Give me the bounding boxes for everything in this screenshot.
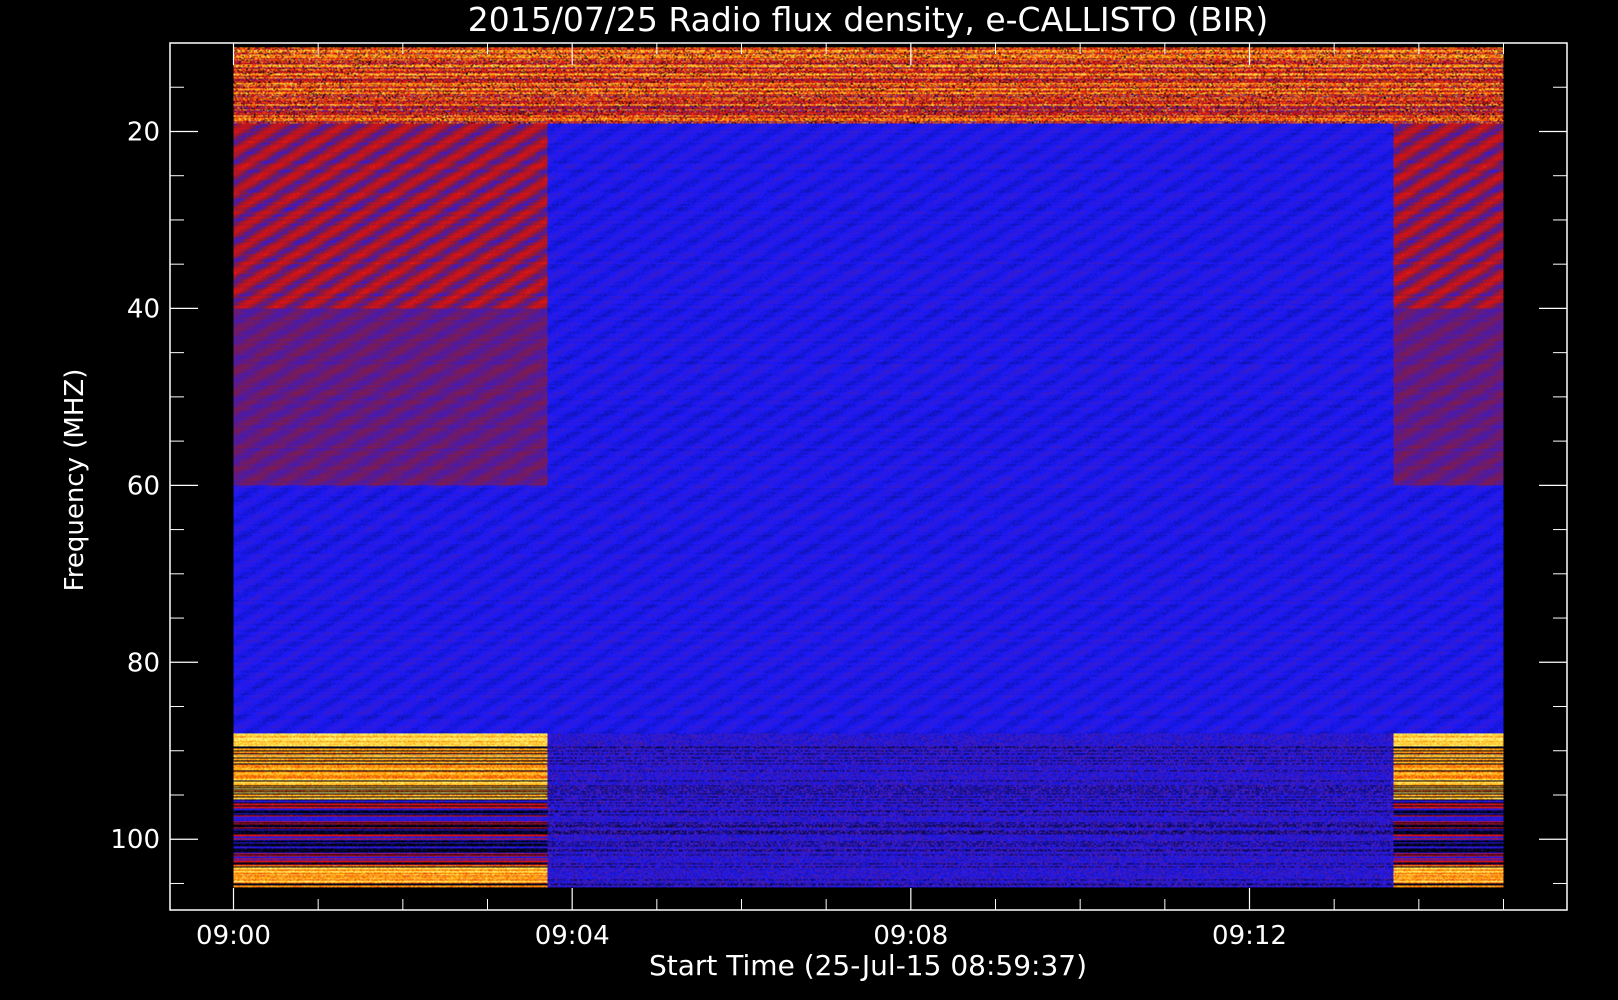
chart-title: 2015/07/25 Radio flux density, e-CALLIST… bbox=[468, 0, 1269, 39]
y-axis-label: Frequency (MHZ) bbox=[60, 369, 90, 592]
x-tick-label: 09:04 bbox=[535, 921, 610, 951]
x-tick-label: 09:08 bbox=[873, 921, 948, 951]
y-tick-label: 100 bbox=[110, 825, 160, 855]
y-tick-label: 60 bbox=[127, 471, 160, 501]
y-tick-label: 20 bbox=[127, 117, 160, 147]
y-tick-label: 80 bbox=[127, 648, 160, 678]
y-tick-label: 40 bbox=[127, 294, 160, 324]
x-tick-label: 09:12 bbox=[1212, 921, 1287, 951]
x-tick-label: 09:00 bbox=[196, 921, 271, 951]
heatmap-raster bbox=[233, 47, 1504, 888]
spectrogram-chart: 09:00 09:04 09:08 09:12 20 40 60 80 100 2015/07/… bbox=[0, 0, 1618, 1000]
heatmap-image bbox=[233, 47, 1504, 888]
x-axis-label: Start Time (25-Jul-15 08:59:37) bbox=[649, 949, 1087, 982]
